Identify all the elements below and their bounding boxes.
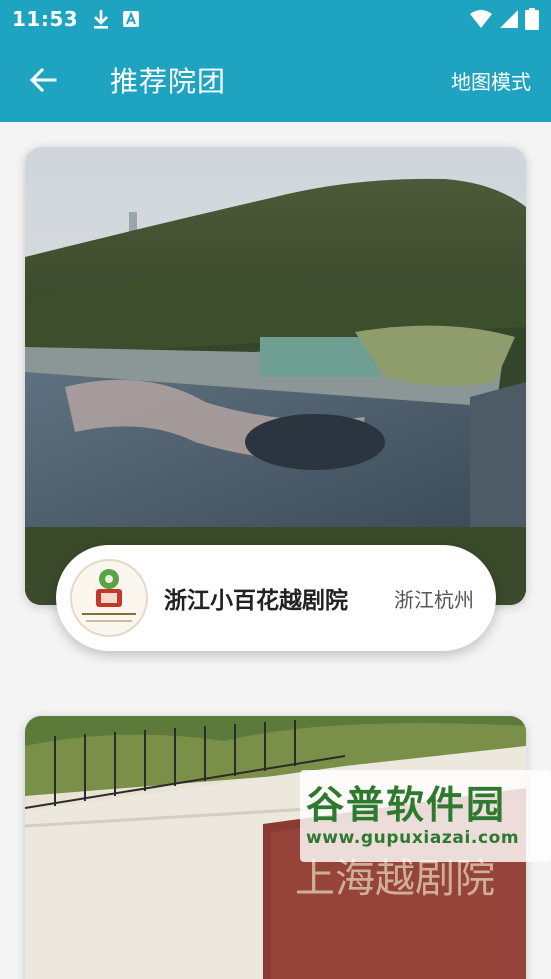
theater-card[interactable] bbox=[25, 147, 526, 605]
theater-location: 浙江杭州 bbox=[394, 587, 474, 612]
watermark: 谷普软件园 www.gupuxiazai.com bbox=[300, 770, 551, 862]
download-icon bbox=[94, 10, 109, 29]
status-left-icons bbox=[92, 8, 140, 30]
a-badge-icon bbox=[123, 11, 140, 27]
page-title: 推荐院团 bbox=[110, 65, 227, 98]
svg-text:上海越剧院: 上海越剧院 bbox=[295, 856, 495, 902]
map-mode-button[interactable]: 地图模式 bbox=[451, 66, 531, 95]
theater-info-pill[interactable]: 浙江小百花越剧院 浙江杭州 bbox=[56, 545, 496, 651]
watermark-title: 谷普软件园 bbox=[306, 783, 507, 827]
theater-name: 浙江小百花越剧院 bbox=[164, 588, 348, 614]
status-bar: 11:53 bbox=[0, 0, 551, 38]
status-time: 11:53 bbox=[12, 7, 79, 31]
wifi-icon bbox=[470, 10, 492, 28]
app-bar: 推荐院团 地图模式 bbox=[0, 38, 551, 122]
theater-photo bbox=[25, 147, 526, 605]
back-button[interactable] bbox=[0, 38, 86, 122]
arrow-left-icon bbox=[29, 67, 57, 93]
watermark-url: www.gupuxiazai.com bbox=[306, 828, 520, 848]
theater-logo bbox=[70, 559, 148, 637]
signal-icon bbox=[500, 10, 518, 28]
status-right-icons bbox=[469, 8, 539, 30]
battery-icon bbox=[525, 8, 539, 30]
